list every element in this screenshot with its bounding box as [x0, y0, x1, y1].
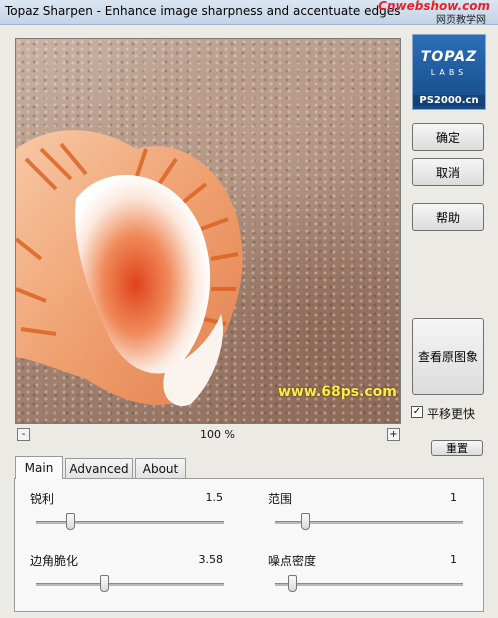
reset-button[interactable]: 重置	[431, 440, 483, 456]
view-original-button[interactable]: 查看原图象	[412, 318, 484, 395]
radius-value: 1	[450, 491, 457, 504]
logo-watermark: PS2000.cn	[413, 95, 485, 106]
logo-sub: LABS	[430, 68, 468, 77]
tab-advanced[interactable]: Advanced	[65, 458, 133, 478]
edge-crisp-slider-thumb[interactable]	[99, 575, 109, 592]
cancel-button[interactable]: 取消	[412, 158, 484, 186]
radius-label: 范围	[268, 492, 293, 506]
image-preview[interactable]: www.68ps.com	[15, 38, 401, 424]
topaz-logo: TOPAZ LABS PS2000.cn	[412, 34, 486, 110]
tab-main[interactable]: Main	[15, 456, 63, 479]
zoom-level: 100 %	[200, 428, 235, 441]
tab-about[interactable]: About	[135, 458, 186, 478]
sharpness-track	[36, 521, 224, 524]
edge-crisp-label: 边角脆化	[30, 554, 79, 568]
ok-button[interactable]: 确定	[412, 123, 484, 151]
smooth-scroll-label: 平移更快	[427, 407, 476, 421]
zoom-in-button[interactable]: +	[387, 428, 400, 441]
preview-watermark: www.68ps.com	[278, 384, 397, 400]
site-watermark: Cnwebshow.com 网页教学网	[368, 0, 496, 26]
help-button[interactable]: 帮助	[412, 203, 484, 231]
sharpness-label: 锐利	[30, 492, 55, 506]
edge-crisp-track	[36, 583, 224, 586]
watermark-cn: 网页教学网	[436, 15, 486, 26]
noise-density-slider-thumb[interactable]	[287, 575, 297, 592]
sharpness-slider-thumb[interactable]	[65, 513, 75, 530]
main-tab-panel	[14, 478, 484, 612]
sharpness-value: 1.5	[205, 491, 224, 504]
zoom-out-button[interactable]: -	[17, 428, 30, 441]
smooth-scroll-checkbox[interactable]: ✓	[411, 406, 423, 418]
noise-density-value: 1	[450, 553, 457, 566]
logo-name: TOPAZ	[420, 49, 478, 65]
noise-density-track	[275, 583, 463, 586]
window-title: Topaz Sharpen - Enhance image sharpness …	[5, 4, 401, 18]
radius-slider-thumb[interactable]	[301, 513, 311, 530]
noise-density-label: 噪点密度	[268, 554, 317, 568]
edge-crisp-value: 3.58	[198, 553, 224, 566]
seashell-image	[16, 130, 243, 406]
